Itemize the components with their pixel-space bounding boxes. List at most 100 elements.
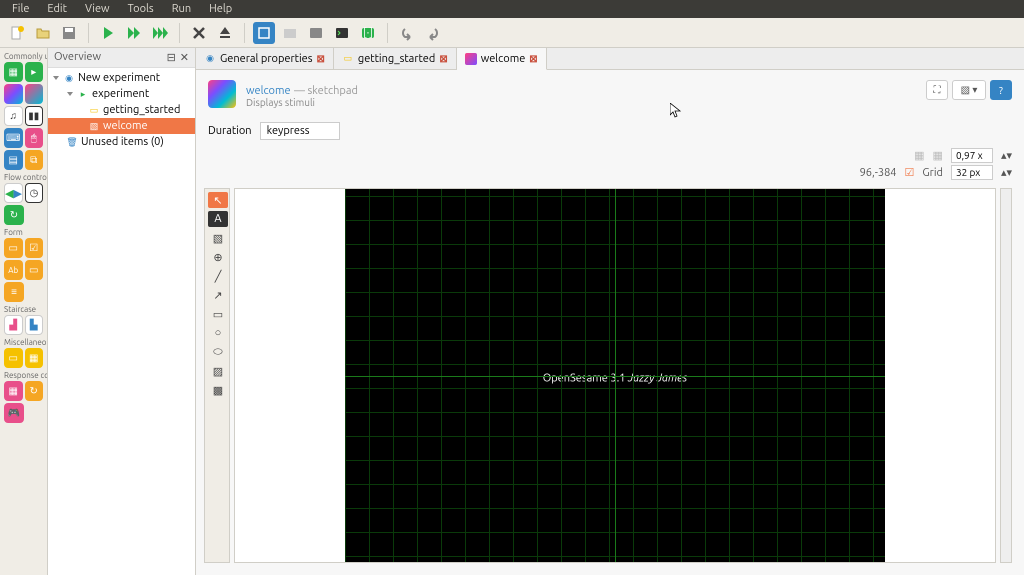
run-icon[interactable] (97, 22, 119, 44)
open-file-icon[interactable] (32, 22, 54, 44)
palette-form2-icon[interactable]: ☑ (25, 238, 44, 258)
tree-welcome-label: welcome (103, 120, 148, 132)
arrow-tool-icon[interactable]: ↗ (208, 287, 228, 303)
tree-getting-started[interactable]: ▭ getting_started (48, 102, 195, 118)
debug-icon[interactable] (305, 22, 327, 44)
line-tool-icon[interactable]: ╱ (208, 268, 228, 284)
circle-tool-icon[interactable]: ○ (208, 325, 228, 341)
menu-file[interactable]: File (4, 1, 37, 17)
variable-icon[interactable]: [·] (357, 22, 379, 44)
item-palette: Commonly used ▦▸ ♫▮▮ ⌨🖱 ▤⧉ Flow control … (0, 48, 48, 575)
tree-unused-label: Unused items (0) (81, 136, 164, 148)
tab-general-close-icon[interactable]: ⊠ (316, 53, 324, 65)
new-file-icon[interactable] (6, 22, 28, 44)
kill-icon[interactable] (188, 22, 210, 44)
draw-toolbox: ↖ A ▧ ⊕ ╱ ↗ ▭ ○ ⬭ ▨ ▩ (204, 188, 230, 563)
palette-synth-icon[interactable]: ▮▮ (25, 106, 44, 126)
palette-resp3-icon[interactable]: 🎮 (4, 403, 24, 423)
ellipse-tool-icon[interactable]: ⬭ (208, 344, 228, 360)
palette-form1-icon[interactable]: ▭ (4, 238, 23, 258)
content-area: ◉ General properties ⊠ ▭ getting_started… (196, 48, 1024, 575)
fixdot-tool-icon[interactable]: ⊕ (208, 249, 228, 265)
palette-stair2-icon[interactable]: ▙ (25, 315, 44, 335)
grid-input[interactable] (951, 165, 993, 180)
palette-inline-icon[interactable]: ⧉ (25, 150, 44, 170)
palette-flow3-icon[interactable]: ↻ (4, 205, 24, 225)
item-description[interactable]: Displays stimuli (246, 97, 358, 108)
palette-stair1-icon[interactable]: ▟ (4, 315, 23, 335)
menu-run[interactable]: Run (164, 1, 199, 17)
palette-sampler-icon[interactable]: ♫ (4, 106, 23, 126)
palette-flow-label: Flow control (2, 171, 45, 182)
vertical-scrollbar[interactable] (1000, 188, 1012, 563)
palette-logger-icon[interactable]: ▤ (4, 150, 23, 170)
tree-experiment[interactable]: ▸ experiment (48, 86, 195, 102)
menu-help[interactable]: Help (201, 1, 240, 17)
run-quick-icon[interactable] (149, 22, 171, 44)
palette-resp2-icon[interactable]: ↻ (25, 381, 44, 401)
folder-icon[interactable] (279, 22, 301, 44)
menu-view[interactable]: View (77, 1, 118, 17)
run-fast-icon[interactable] (123, 22, 145, 44)
sketchpad-canvas[interactable]: OpenSesame 3.1 Jazzy James (345, 188, 885, 563)
palette-misc1-icon[interactable]: ▭ (4, 348, 23, 368)
menu-edit[interactable]: Edit (39, 1, 75, 17)
terminal-icon[interactable] (331, 22, 353, 44)
palette-form3-icon[interactable]: Ab (4, 260, 23, 280)
duration-label: Duration (208, 125, 252, 137)
text-tool-icon[interactable]: A (208, 211, 228, 227)
redo-icon[interactable] (422, 22, 444, 44)
palette-misc2-icon[interactable]: ▦ (25, 348, 44, 368)
tab-getting-started-close-icon[interactable]: ⊠ (439, 53, 447, 65)
palette-resp1-icon[interactable]: ▦ (4, 381, 23, 401)
menubar: File Edit View Tools Run Help (0, 0, 1024, 18)
palette-flow2-icon[interactable]: ◷ (25, 183, 43, 203)
overview-close-icon[interactable]: ✕ (180, 51, 189, 64)
palette-form-label: Form (2, 226, 45, 237)
menu-tools[interactable]: Tools (120, 1, 162, 17)
palette-keyboard-icon[interactable]: ⌨ (4, 128, 23, 148)
view-mode-button[interactable]: ▧ ▾ (952, 80, 986, 100)
duration-input[interactable] (260, 122, 340, 140)
layout-icon[interactable] (253, 22, 275, 44)
palette-loop-icon[interactable]: ▦ (4, 62, 23, 82)
rect-tool-icon[interactable]: ▭ (208, 306, 228, 322)
svg-text:[·]: [·] (363, 27, 373, 39)
palette-form4-icon[interactable]: ▭ (25, 260, 44, 280)
item-header: welcome — sketchpad Displays stimuli ⛶ ▧… (196, 70, 1024, 118)
tab-welcome[interactable]: welcome ⊠ (457, 48, 547, 70)
coords-display: 96,-384 (860, 167, 897, 179)
canvas-area[interactable]: OpenSesame 3.1 Jazzy James (234, 188, 996, 563)
tree-unused[interactable]: 🗑 Unused items (0) (48, 134, 195, 150)
tab-welcome-close-icon[interactable]: ⊠ (529, 53, 537, 65)
fullscreen-button[interactable]: ⛶ (926, 80, 948, 100)
palette-feedback-icon[interactable] (25, 84, 44, 104)
help-button[interactable]: ? (990, 80, 1012, 100)
undo-icon[interactable] (396, 22, 418, 44)
tab-general[interactable]: ◉ General properties ⊠ (196, 48, 334, 69)
palette-sequence-icon[interactable]: ▸ (25, 62, 44, 82)
overview-panel: Overview ⊟ ✕ ◉ New experiment ▸ experimen… (48, 48, 196, 575)
palette-sketchpad-icon[interactable] (4, 84, 23, 104)
tree-root[interactable]: ◉ New experiment (48, 70, 195, 86)
pointer-tool-icon[interactable]: ↖ (208, 192, 228, 208)
tree-welcome[interactable]: ▧ welcome (48, 118, 195, 134)
noise-tool-icon[interactable]: ▩ (208, 382, 228, 398)
tree-experiment-label: experiment (92, 88, 149, 100)
gabor-tool-icon[interactable]: ▨ (208, 363, 228, 379)
palette-misc-label: Miscellaneous (2, 336, 45, 347)
save-file-icon[interactable] (58, 22, 80, 44)
image-tool-icon[interactable]: ▧ (208, 230, 228, 246)
tab-bar: ◉ General properties ⊠ ▭ getting_started… (196, 48, 1024, 70)
overview-title: Overview (54, 51, 101, 64)
item-name[interactable]: welcome (246, 85, 291, 97)
palette-flow1-icon[interactable]: ◀▶ (4, 183, 23, 203)
eject-icon[interactable] (214, 22, 236, 44)
tab-getting-started[interactable]: ▭ getting_started ⊠ (334, 48, 457, 69)
palette-form5-icon[interactable]: ≡ (4, 282, 24, 302)
grid-stepper-icon[interactable]: ▴▾ (1001, 166, 1012, 179)
overview-collapse-icon[interactable]: ⊟ (167, 51, 176, 64)
item-type: sketchpad (307, 85, 357, 97)
toolbar: [·] (0, 18, 1024, 48)
palette-mouse-icon[interactable]: 🖱 (25, 128, 44, 148)
